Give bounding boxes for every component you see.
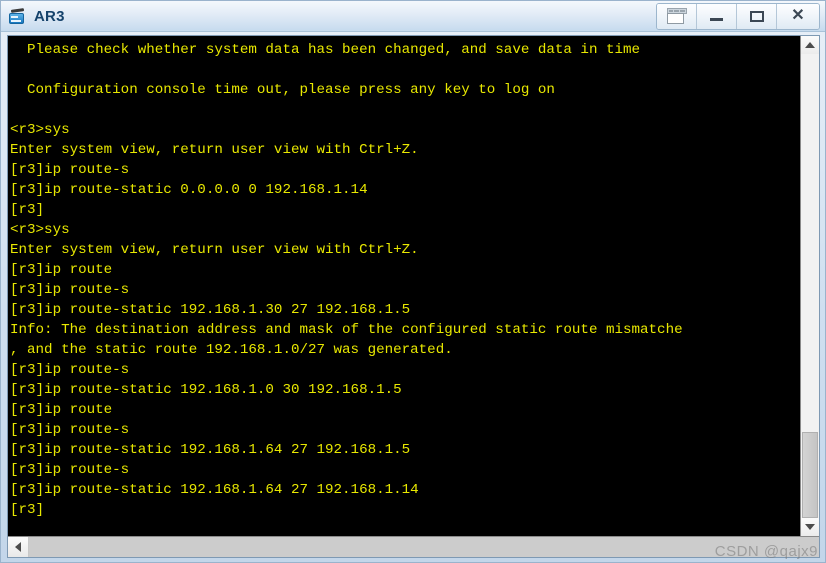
title-bar-left: AR3 [8, 7, 656, 26]
scroll-up-button[interactable] [801, 36, 819, 54]
terminal-line: [r3]ip route [10, 262, 113, 278]
close-icon: ✕ [791, 7, 805, 24]
detach-icon [666, 8, 687, 24]
scroll-down-button[interactable] [801, 518, 819, 536]
terminal-line: Configuration console time out, please p… [10, 82, 555, 98]
detach-button[interactable] [657, 3, 697, 29]
scroll-left-button[interactable] [8, 537, 29, 557]
router-icon [8, 7, 27, 26]
terminal-line: , and the static route 192.168.1.0/27 wa… [10, 342, 453, 358]
terminal-line: Enter system view, return user view with… [10, 142, 419, 158]
terminal-output[interactable]: Please check whether system data has bee… [8, 36, 800, 536]
window-title: AR3 [34, 7, 65, 25]
chevron-left-icon [15, 542, 21, 552]
terminal-line: [r3]ip route-static 192.168.1.64 27 192.… [10, 442, 411, 458]
terminal-line: Please check whether system data has bee… [10, 42, 641, 58]
terminal-line: Info: The destination address and mask o… [10, 322, 683, 338]
terminal-line: [r3]ip route-static 192.168.1.0 30 192.1… [10, 382, 402, 398]
title-bar[interactable]: AR3 ✕ [1, 1, 825, 32]
window-controls: ✕ [656, 2, 820, 30]
terminal-line: [r3] [10, 502, 45, 518]
vertical-scroll-thumb[interactable] [802, 432, 818, 518]
terminal-line: <r3>sys [10, 222, 70, 238]
terminal-line: [r3]ip route-static 192.168.1.64 27 192.… [10, 482, 419, 498]
console-body: Please check whether system data has bee… [8, 36, 819, 536]
vertical-scroll-track[interactable] [801, 54, 819, 518]
minimize-icon [710, 18, 723, 21]
console-panel: Please check whether system data has bee… [7, 35, 820, 558]
terminal-line: [r3]ip route-static 0.0.0.0 0 192.168.1.… [10, 182, 368, 198]
horizontal-scrollbar[interactable] [8, 536, 819, 557]
terminal-line: [r3]ip route-s [10, 162, 130, 178]
minimize-button[interactable] [697, 3, 737, 29]
maximize-icon [749, 10, 764, 22]
chevron-down-icon [805, 524, 815, 530]
chevron-up-icon [805, 42, 815, 48]
terminal-line: [r3]ip route-s [10, 362, 130, 378]
terminal-line: [r3] [10, 202, 45, 218]
maximize-button[interactable] [737, 3, 777, 29]
terminal-line: [r3]ip route-s [10, 462, 130, 478]
terminal-line: [r3]ip route [10, 402, 113, 418]
vertical-scrollbar[interactable] [800, 36, 819, 536]
terminal-line: [r3]ip route-static 192.168.1.30 27 192.… [10, 302, 411, 318]
horizontal-scroll-track[interactable] [29, 537, 819, 557]
close-button[interactable]: ✕ [777, 3, 819, 29]
console-window: AR3 ✕ Please check whether system data h… [0, 0, 826, 563]
terminal-line: Enter system view, return user view with… [10, 242, 419, 258]
terminal-line: <r3>sys [10, 122, 70, 138]
terminal-line: [r3]ip route-s [10, 282, 130, 298]
terminal-line: [r3]ip route-s [10, 422, 130, 438]
